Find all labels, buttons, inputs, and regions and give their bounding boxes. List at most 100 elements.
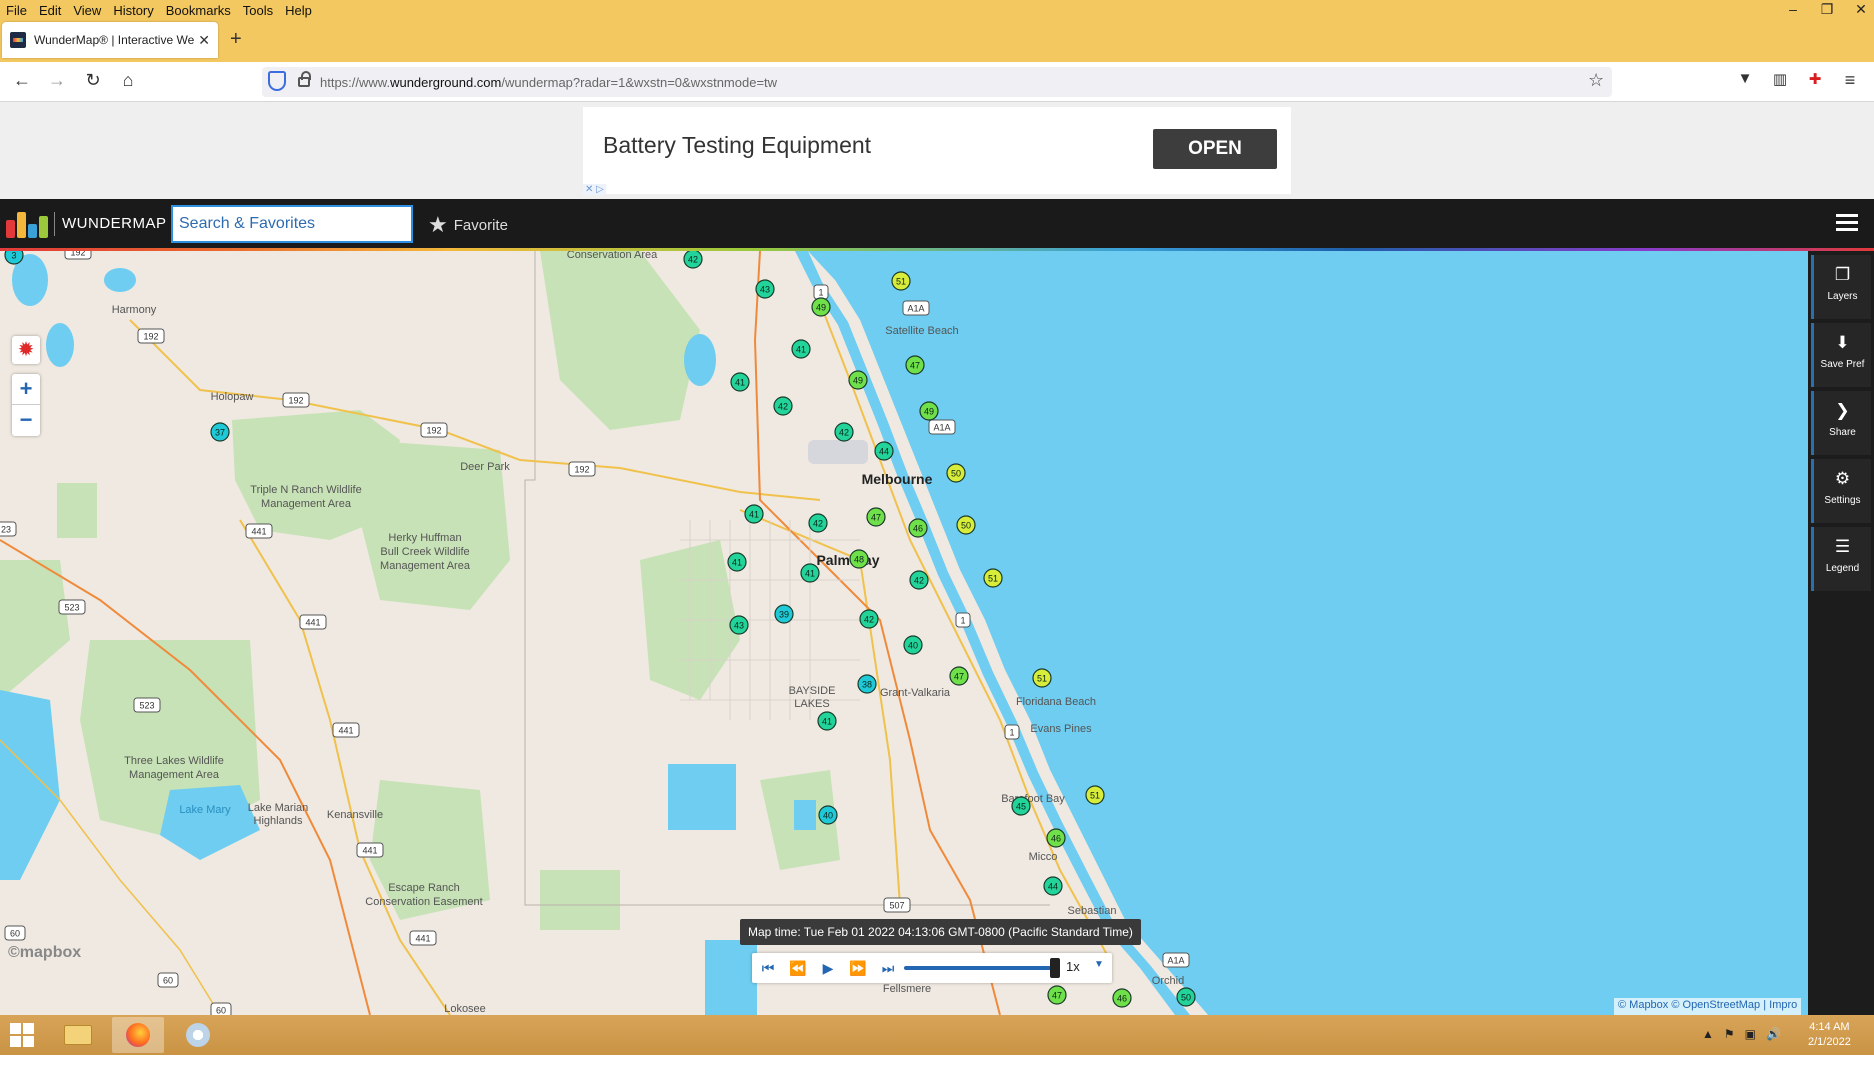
sidebar-toggle-icon[interactable]: ▥ [1768, 70, 1792, 88]
browser-tab[interactable]: WunderMap® | Interactive We ✕ [2, 22, 218, 58]
weather-station-marker[interactable]: 50 [956, 515, 976, 535]
radar-toggle-button[interactable]: ✹ [12, 336, 40, 364]
menu-view[interactable]: View [73, 3, 101, 18]
weather-station-marker[interactable]: 47 [949, 666, 969, 686]
weather-station-marker[interactable]: 41 [791, 339, 811, 359]
weather-station-marker[interactable]: 38 [857, 674, 877, 694]
minimize-button[interactable]: – [1780, 0, 1806, 20]
restore-button[interactable]: ❐ [1814, 0, 1840, 20]
favorite-button[interactable]: ★ Favorite [428, 212, 508, 238]
weather-station-marker[interactable]: 37 [210, 422, 230, 442]
weather-station-marker[interactable]: 42 [683, 251, 703, 269]
menu-history[interactable]: History [113, 3, 153, 18]
address-bar[interactable]: https://www. wunderground.com/wundermap?r… [262, 67, 1612, 97]
weather-station-marker[interactable]: 47 [905, 355, 925, 375]
layers-button[interactable]: ❐ Layers [1811, 255, 1871, 319]
weather-station-marker[interactable]: 45 [1011, 796, 1031, 816]
weather-station-marker[interactable]: 46 [908, 518, 928, 538]
home-icon[interactable]: ⌂ [116, 70, 140, 91]
back-icon[interactable]: ← [10, 70, 34, 91]
menu-edit[interactable]: Edit [39, 3, 61, 18]
bookmark-star-icon[interactable]: ☆ [1588, 70, 1604, 91]
ad-open-button[interactable]: OPEN [1153, 129, 1277, 169]
weather-station-marker[interactable]: 42 [808, 513, 828, 533]
lock-icon[interactable] [298, 71, 311, 87]
tracking-shield-icon[interactable] [268, 71, 286, 91]
timeline-handle[interactable] [1050, 958, 1060, 978]
ad-close-icon[interactable]: ✕ ▷ [583, 184, 606, 195]
weather-station-marker[interactable]: 41 [744, 504, 764, 524]
tray-expand-icon[interactable]: ▲ [1702, 1027, 1714, 1041]
file-explorer-icon[interactable] [52, 1017, 104, 1053]
weather-station-marker[interactable]: 49 [848, 370, 868, 390]
new-tab-button[interactable]: + [230, 28, 242, 51]
speed-select[interactable]: 1x [1066, 959, 1080, 974]
map-canvas[interactable]: Harmony Holopaw Deer Park Triple N Ranch Wi… [0, 251, 1808, 1015]
close-window-button[interactable]: ✕ [1848, 0, 1874, 20]
timeline-track[interactable] [904, 966, 1054, 970]
weather-station-marker[interactable]: 42 [834, 422, 854, 442]
weather-station-marker[interactable]: 42 [859, 609, 879, 629]
forward-icon[interactable]: → [45, 70, 69, 91]
wu-logo[interactable] [6, 210, 48, 238]
menu-bookmarks[interactable]: Bookmarks [166, 3, 231, 18]
map-attribution[interactable]: © Mapbox © OpenStreetMap | Impro [1614, 998, 1802, 1015]
weather-station-marker[interactable]: 43 [755, 279, 775, 299]
weather-station-marker[interactable]: 46 [1046, 828, 1066, 848]
paint-icon[interactable] [172, 1017, 224, 1053]
weather-station-marker[interactable]: 48 [849, 549, 869, 569]
weather-station-marker[interactable]: 43 [729, 615, 749, 635]
zoom-in-button[interactable]: + [12, 374, 40, 405]
app-menu-icon[interactable]: ≡ [1838, 70, 1862, 91]
weather-station-marker[interactable]: 41 [817, 711, 837, 731]
tray-network-icon[interactable]: ▣ [1745, 1027, 1756, 1041]
skip-start-button[interactable]: ⏮ [756, 957, 780, 979]
weather-station-marker[interactable]: 44 [1043, 876, 1063, 896]
weather-station-marker[interactable]: 46 [1112, 988, 1132, 1008]
reload-icon[interactable]: ↻ [81, 70, 105, 91]
weather-station-marker[interactable]: 47 [866, 507, 886, 527]
ad-text[interactable]: Battery Testing Equipment [603, 132, 871, 159]
weather-station-marker[interactable]: 39 [774, 604, 794, 624]
hamburger-menu-icon[interactable] [1836, 214, 1858, 232]
weather-station-marker[interactable]: 51 [891, 271, 911, 291]
weather-station-marker[interactable]: 3 [4, 251, 24, 265]
save-pref-button[interactable]: ⬇ Save Pref [1811, 323, 1871, 387]
step-back-button[interactable]: ⏪ [786, 957, 810, 979]
weather-station-marker[interactable]: 40 [818, 805, 838, 825]
weather-station-marker[interactable]: 41 [730, 372, 750, 392]
step-forward-button[interactable]: ⏩ [846, 957, 870, 979]
zoom-out-button[interactable]: − [12, 405, 40, 436]
ad-banner[interactable]: Battery Testing Equipment OPEN ✕ ▷ [583, 107, 1291, 195]
weather-station-marker[interactable]: 41 [800, 563, 820, 583]
weather-station-marker[interactable]: 47 [1047, 985, 1067, 1005]
weather-station-marker[interactable]: 49 [919, 401, 939, 421]
extension-icon[interactable]: ✚ [1803, 70, 1827, 88]
menu-file[interactable]: File [6, 3, 27, 18]
legend-button[interactable]: ☰ Legend [1811, 527, 1871, 591]
tray-flag-icon[interactable]: ⚑ [1724, 1027, 1735, 1041]
weather-station-marker[interactable]: 42 [773, 396, 793, 416]
skip-end-button[interactable]: ⏭ [876, 957, 900, 979]
pocket-icon[interactable]: ▼ [1733, 70, 1757, 87]
weather-station-marker[interactable]: 40 [903, 635, 923, 655]
settings-button[interactable]: ⚙ Settings [1811, 459, 1871, 523]
weather-station-marker[interactable]: 44 [874, 441, 894, 461]
mapbox-logo[interactable]: ©mapbox [8, 944, 81, 962]
search-input[interactable] [171, 205, 413, 243]
tray-volume-icon[interactable]: 🔊 [1766, 1027, 1781, 1041]
windows-start-icon[interactable] [10, 1023, 34, 1047]
firefox-icon[interactable] [112, 1017, 164, 1053]
weather-station-marker[interactable]: 51 [983, 568, 1003, 588]
menu-tools[interactable]: Tools [243, 3, 273, 18]
weather-station-marker[interactable]: 51 [1085, 785, 1105, 805]
taskbar-clock[interactable]: 4:14 AM 2/1/2022 [1808, 1020, 1851, 1050]
close-tab-icon[interactable]: ✕ [198, 32, 210, 49]
weather-station-marker[interactable]: 41 [727, 552, 747, 572]
weather-station-marker[interactable]: 50 [946, 463, 966, 483]
chevron-down-icon[interactable]: ▼ [1094, 959, 1104, 970]
menu-help[interactable]: Help [285, 3, 312, 18]
play-button[interactable]: ▶ [816, 957, 840, 979]
weather-station-marker[interactable]: 50 [1176, 987, 1196, 1007]
weather-station-marker[interactable]: 42 [909, 570, 929, 590]
